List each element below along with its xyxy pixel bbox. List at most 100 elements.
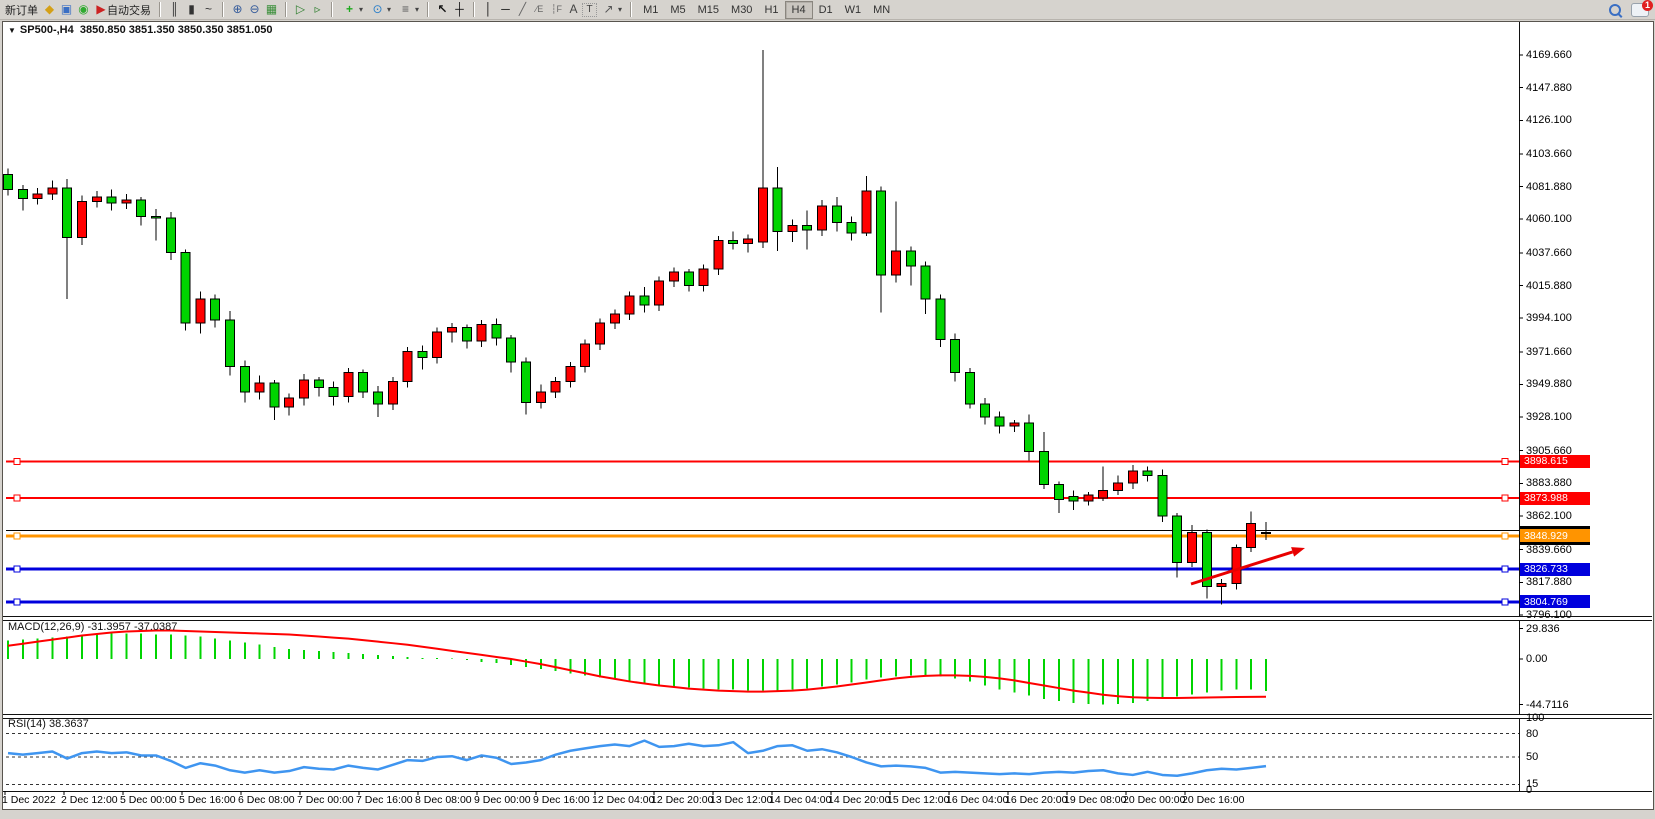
date-label: 9 Dec 16:00	[533, 794, 590, 806]
objects-group: +▾ ⊙▾ ≡▾	[336, 0, 424, 19]
timeframe-m5[interactable]: M5	[664, 2, 691, 18]
chart-type-group: ║ ▮ ~	[164, 0, 219, 19]
price-tick-label: 4126.100	[1526, 114, 1572, 126]
periods-icon: ⊙	[369, 2, 386, 17]
price-tick-label: 3994.100	[1526, 312, 1572, 324]
new-order-label: 新订单	[5, 2, 38, 18]
date-label: 14 Dec 20:00	[828, 794, 890, 806]
collapse-triangle-icon[interactable]: ▼	[8, 26, 16, 35]
toolbar-separator	[159, 2, 161, 17]
timeframe-w1[interactable]: W1	[839, 2, 868, 18]
date-label: 20 Dec 16:00	[1182, 794, 1244, 806]
arrows-button[interactable]: ↗▾	[597, 1, 625, 18]
toolbar-separator	[222, 2, 224, 17]
crosshair-icon[interactable]: ┼	[451, 2, 468, 17]
macd-axis-label: 0.00	[1526, 653, 1547, 665]
macd-axis-label: -44.7116	[1526, 699, 1569, 711]
price-tick-label: 3928.100	[1526, 411, 1572, 423]
chart-window-title: ▼ SP500-,H4 3850.850 3851.350 3850.350 38…	[8, 24, 273, 36]
chart-window[interactable]	[2, 21, 1654, 810]
market-watch-icon[interactable]: ◆	[41, 2, 58, 17]
auto-scroll-icon[interactable]: ▷	[292, 2, 309, 17]
text-label-icon[interactable]: T	[582, 3, 597, 17]
trendline-icon[interactable]: ╱	[514, 2, 531, 17]
drawing-group: │ ─ ╱ ∕E ┆F A T ↗▾	[478, 0, 627, 19]
date-label: 16 Dec 04:00	[946, 794, 1008, 806]
chart-shift-icon[interactable]: ▹	[309, 2, 326, 17]
indicators-icon: +	[341, 2, 358, 17]
line-price-flag: 3826.733	[1520, 563, 1590, 576]
autotrading-icon: ▶	[95, 2, 107, 17]
rsi-indicator-label: RSI(14) 38.3637	[8, 718, 89, 730]
timeframe-m30[interactable]: M30	[725, 2, 758, 18]
price-tick-label: 3949.880	[1526, 378, 1572, 390]
date-label: 5 Dec 00:00	[120, 794, 177, 806]
candlestick-chart-icon[interactable]: ▮	[183, 2, 200, 17]
news-icon[interactable]: ◉	[75, 2, 92, 17]
channel-icon[interactable]: ┆F	[548, 2, 565, 17]
date-label: 12 Dec 20:00	[651, 794, 713, 806]
date-label: 14 Dec 04:00	[769, 794, 831, 806]
bar-chart-icon[interactable]: ║	[166, 2, 183, 17]
timeframe-h4[interactable]: H4	[785, 1, 813, 19]
data-window-icon[interactable]: ▣	[58, 2, 75, 17]
templates-button[interactable]: ≡▾	[394, 1, 422, 18]
rsi-axis-label: 80	[1526, 728, 1538, 740]
search-icon[interactable]	[1609, 4, 1621, 16]
rsi-axis-label: 0	[1526, 784, 1532, 796]
price-tick-label: 4037.660	[1526, 247, 1572, 259]
time-axis-line	[3, 791, 1652, 792]
autotrading-button[interactable]: ▶ 自动交易	[92, 1, 154, 18]
date-label: 7 Dec 16:00	[356, 794, 413, 806]
zoom-in-icon[interactable]: ⊕	[229, 2, 246, 17]
horizontal-line-icon[interactable]: ─	[497, 2, 514, 17]
line-price-flag: 3804.769	[1520, 595, 1590, 608]
vertical-line-icon[interactable]: │	[480, 2, 497, 17]
arrows-icon: ↗	[600, 2, 617, 17]
price-tick-label: 3971.660	[1526, 346, 1572, 358]
notification-icon[interactable]: 1	[1631, 3, 1649, 17]
timeframe-d1[interactable]: D1	[813, 2, 839, 18]
toolbar-separator	[285, 2, 287, 17]
rsi-axis-label: 50	[1526, 751, 1538, 763]
periods-button[interactable]: ⊙▾	[366, 1, 394, 18]
date-label: 19 Dec 08:00	[1064, 794, 1126, 806]
tile-windows-icon[interactable]: ▦	[263, 2, 280, 17]
price-tick-label: 4147.880	[1526, 82, 1572, 94]
macd-panel-separator[interactable]	[3, 616, 1652, 621]
price-tick-label: 4015.880	[1526, 280, 1572, 292]
timeframe-m15[interactable]: M15	[692, 2, 725, 18]
line-chart-icon[interactable]: ~	[200, 2, 217, 17]
chart-symbol-period: SP500-,H4	[20, 24, 74, 36]
macd-indicator-label: MACD(12,26,9) -31.3957 -37.0387	[8, 621, 177, 633]
fibonacci-icon[interactable]: ∕E	[531, 2, 548, 17]
zoom-out-icon[interactable]: ⊖	[246, 2, 263, 17]
timeframe-mn[interactable]: MN	[867, 2, 896, 18]
rsi-panel-separator[interactable]	[3, 714, 1652, 719]
price-tick-label: 4060.100	[1526, 213, 1572, 225]
line-price-flag: 3848.929	[1520, 529, 1590, 542]
toolbar-separator	[427, 2, 429, 17]
text-icon[interactable]: A	[565, 2, 582, 17]
cursor-icon[interactable]: ↖	[434, 2, 451, 17]
new-order-button[interactable]: 新订单	[2, 1, 41, 18]
price-tick-label: 3796.100	[1526, 609, 1572, 621]
timeframe-m1[interactable]: M1	[637, 2, 664, 18]
date-label: 7 Dec 00:00	[297, 794, 354, 806]
line-price-flag: 3873.988	[1520, 492, 1590, 505]
date-label: 8 Dec 08:00	[415, 794, 472, 806]
chart-ohlc-values: 3850.850 3851.350 3850.350 3851.050	[80, 24, 273, 36]
price-axis-divider	[1519, 22, 1520, 792]
price-tick-label: 3862.100	[1526, 510, 1572, 522]
indicators-button[interactable]: +▾	[338, 1, 366, 18]
date-label: 1 Dec 2022	[2, 794, 56, 806]
pointer-group: ↖ ┼	[432, 0, 470, 19]
price-tick-label: 4169.660	[1526, 49, 1572, 61]
date-label: 20 Dec 00:00	[1123, 794, 1185, 806]
main-toolbar: 新订单 ◆ ▣ ◉ ▶ 自动交易 ║ ▮ ~ ⊕ ⊖ ▦ ▷ ▹	[0, 0, 1655, 20]
date-label: 5 Dec 16:00	[179, 794, 236, 806]
toolbar-separator	[331, 2, 333, 17]
trade-group: 新订单 ◆ ▣ ◉ ▶ 自动交易	[0, 0, 156, 19]
macd-axis-label: 29.836	[1526, 623, 1560, 635]
timeframe-h1[interactable]: H1	[758, 2, 784, 18]
